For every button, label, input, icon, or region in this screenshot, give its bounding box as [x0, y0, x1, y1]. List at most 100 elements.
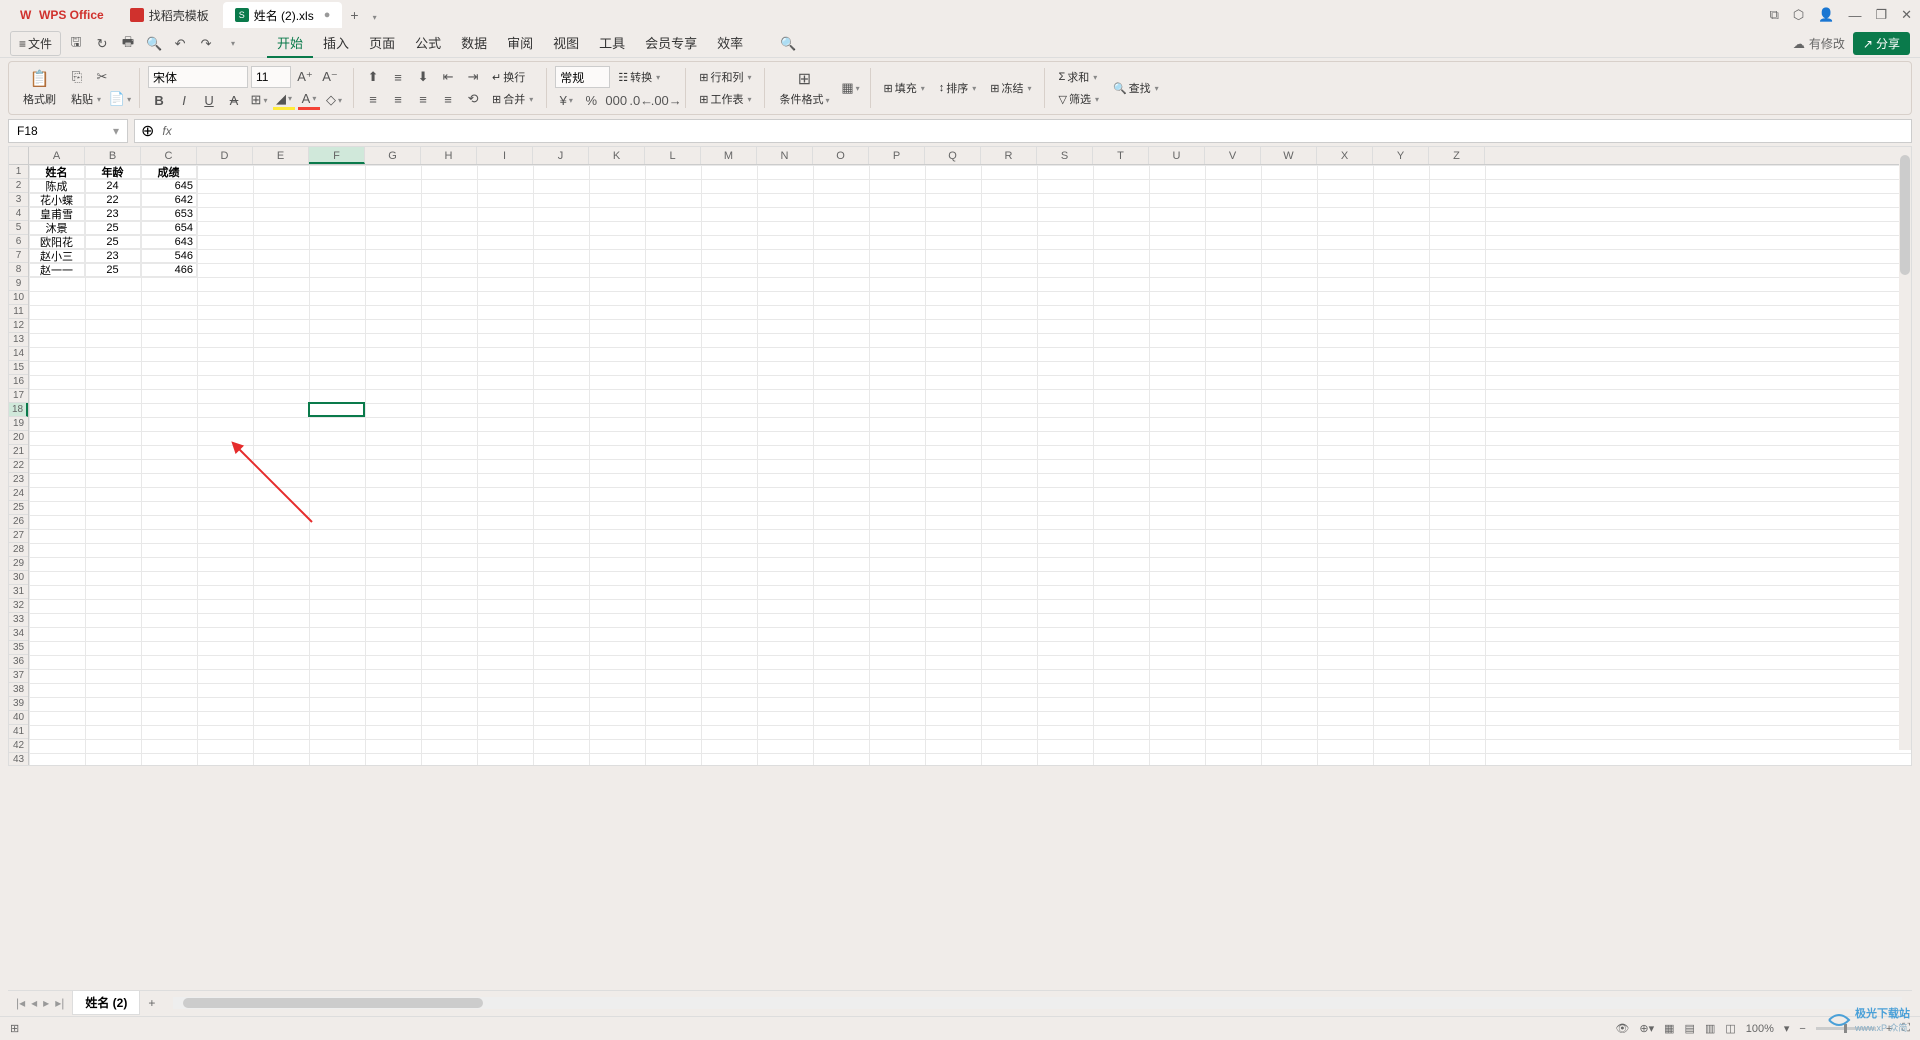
close-button[interactable]: ✕: [1901, 7, 1912, 23]
worksheet-button[interactable]: ⊞ 工作表: [694, 89, 756, 109]
data-cell[interactable]: 24: [85, 179, 141, 193]
vertical-scrollbar[interactable]: [1899, 150, 1911, 750]
sheet-nav-last-icon[interactable]: ▸|: [55, 996, 64, 1010]
data-cell[interactable]: 25: [85, 221, 141, 235]
undo-icon[interactable]: ↶: [169, 34, 191, 54]
col-header[interactable]: J: [533, 147, 589, 164]
border-button[interactable]: ⊞: [248, 90, 270, 110]
align-middle-icon[interactable]: ≡: [387, 67, 409, 87]
menu-tab-工具[interactable]: 工具: [589, 29, 635, 58]
cells-area[interactable]: 姓名年龄成绩陈成24645花小蝶22642皇甫雪23653沐景25654欧阳花2…: [29, 165, 1911, 765]
app-tab[interactable]: W WPS Office: [8, 2, 116, 28]
row-header[interactable]: 40: [9, 711, 28, 725]
cond-format-group[interactable]: ⊞ 条件格式: [773, 69, 835, 107]
row-header[interactable]: 42: [9, 739, 28, 753]
cut-icon[interactable]: ✂: [91, 67, 113, 87]
data-cell[interactable]: 654: [141, 221, 197, 235]
menu-tab-页面[interactable]: 页面: [359, 29, 405, 58]
data-cell[interactable]: 653: [141, 207, 197, 221]
zoom-formula-icon[interactable]: ⊕: [141, 121, 154, 141]
win-user-icon[interactable]: 👤: [1818, 7, 1834, 23]
row-header[interactable]: 19: [9, 417, 28, 431]
tab-close-icon[interactable]: ●: [324, 9, 331, 21]
formula-input[interactable]: [180, 124, 1905, 139]
row-header[interactable]: 15: [9, 361, 28, 375]
sync-icon[interactable]: ↻: [91, 34, 113, 54]
col-header[interactable]: C: [141, 147, 197, 164]
select-all-corner[interactable]: [9, 147, 29, 164]
col-header[interactable]: H: [421, 147, 477, 164]
data-cell[interactable]: 546: [141, 249, 197, 263]
file-menu[interactable]: ≡ 文件: [10, 31, 61, 56]
col-header[interactable]: F: [309, 147, 365, 164]
fill-button[interactable]: ⊞ 填充: [879, 78, 930, 98]
row-header[interactable]: 4: [9, 207, 28, 221]
row-header[interactable]: 8: [9, 263, 28, 277]
view-split-icon[interactable]: ◫: [1725, 1022, 1735, 1035]
namebox-dropdown-icon[interactable]: ▾: [113, 124, 119, 138]
view-eye-icon[interactable]: 👁: [1615, 1022, 1629, 1035]
data-header-cell[interactable]: 年龄: [85, 165, 141, 179]
formula-input-area[interactable]: ⊕ fx: [134, 119, 1912, 143]
view-settings-icon[interactable]: ⊕▾: [1639, 1022, 1654, 1035]
row-header[interactable]: 12: [9, 319, 28, 333]
menu-tab-会员专享[interactable]: 会员专享: [635, 29, 707, 58]
sheet-nav-first-icon[interactable]: |◂: [16, 996, 25, 1010]
col-header[interactable]: Y: [1373, 147, 1429, 164]
row-header[interactable]: 20: [9, 431, 28, 445]
print-icon[interactable]: 🖶: [117, 34, 139, 54]
row-header[interactable]: 32: [9, 599, 28, 613]
format-painter-group[interactable]: 📋 格式刷: [17, 69, 62, 107]
comma-icon[interactable]: 000: [605, 90, 627, 110]
row-header[interactable]: 24: [9, 487, 28, 501]
data-cell[interactable]: 赵一一: [29, 263, 85, 277]
col-header[interactable]: O: [813, 147, 869, 164]
row-header[interactable]: 31: [9, 585, 28, 599]
col-header[interactable]: E: [253, 147, 309, 164]
fill-color-button[interactable]: ◢: [273, 90, 295, 110]
increase-decimal-icon[interactable]: .00→: [655, 90, 677, 110]
decrease-font-icon[interactable]: A⁻: [319, 67, 341, 87]
underline-button[interactable]: U: [198, 90, 220, 110]
view-normal-icon[interactable]: ▦: [1664, 1022, 1674, 1035]
menu-tab-视图[interactable]: 视图: [543, 29, 589, 58]
row-header[interactable]: 21: [9, 445, 28, 459]
cell-style-icon[interactable]: ▦: [840, 78, 862, 98]
font-color-button[interactable]: A: [298, 90, 320, 110]
find-button[interactable]: 🔍 查找: [1108, 78, 1164, 98]
col-header[interactable]: U: [1149, 147, 1205, 164]
row-header[interactable]: 39: [9, 697, 28, 711]
row-header[interactable]: 28: [9, 543, 28, 557]
row-header[interactable]: 7: [9, 249, 28, 263]
menu-tab-插入[interactable]: 插入: [313, 29, 359, 58]
qat-dropdown[interactable]: [221, 34, 243, 54]
bold-button[interactable]: B: [148, 90, 170, 110]
col-header[interactable]: Q: [925, 147, 981, 164]
menu-tab-效率[interactable]: 效率: [707, 29, 753, 58]
col-header[interactable]: B: [85, 147, 141, 164]
hscroll-thumb[interactable]: [183, 998, 483, 1008]
freeze-button[interactable]: ⊞ 冻结: [985, 78, 1036, 98]
cloud-status[interactable]: ☁ 有修改: [1793, 35, 1845, 52]
row-header[interactable]: 27: [9, 529, 28, 543]
row-header[interactable]: 14: [9, 347, 28, 361]
row-header[interactable]: 36: [9, 655, 28, 669]
align-justify-icon[interactable]: ≡: [437, 89, 459, 109]
row-header[interactable]: 2: [9, 179, 28, 193]
align-left-icon[interactable]: ≡: [362, 89, 384, 109]
row-header[interactable]: 13: [9, 333, 28, 347]
preview-icon[interactable]: 🔍: [143, 34, 165, 54]
increase-indent-icon[interactable]: ⇥: [462, 67, 484, 87]
row-header[interactable]: 34: [9, 627, 28, 641]
col-header[interactable]: L: [645, 147, 701, 164]
row-header[interactable]: 1: [9, 165, 28, 179]
col-header[interactable]: V: [1205, 147, 1261, 164]
row-header[interactable]: 37: [9, 669, 28, 683]
col-header[interactable]: K: [589, 147, 645, 164]
view-pagebreak-icon[interactable]: ▥: [1705, 1022, 1715, 1035]
sum-button[interactable]: Σ 求和: [1053, 67, 1103, 87]
row-header[interactable]: 11: [9, 305, 28, 319]
template-tab[interactable]: 找稻壳模板: [118, 2, 221, 28]
redo-icon[interactable]: ↷: [195, 34, 217, 54]
data-cell[interactable]: 25: [85, 235, 141, 249]
